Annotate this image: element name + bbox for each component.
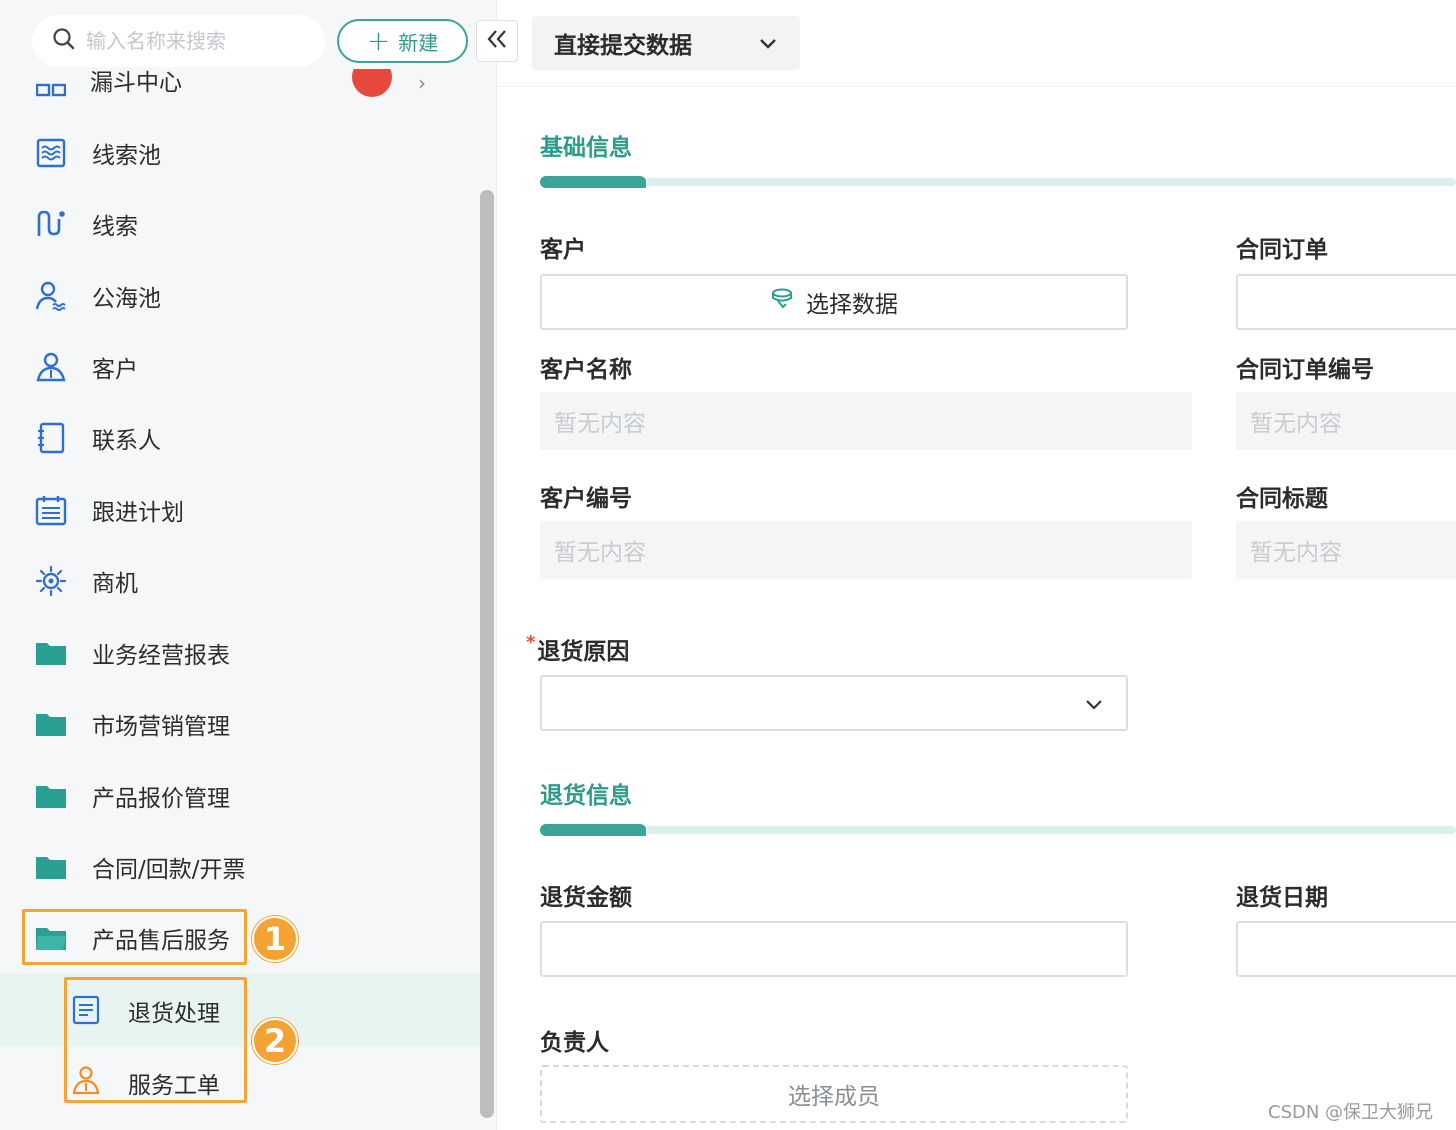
sidebar-item-marketing[interactable]: 市场营销管理 [0,694,480,754]
notification-badge [352,69,392,97]
sidebar-item-lead[interactable]: 线索 [0,194,480,254]
opportunity-icon [34,564,68,598]
header-divider [497,86,1456,87]
section-title-basic: 基础信息 [540,135,632,161]
chevron-down-icon [1084,694,1104,718]
select-data-label: 选择数据 [806,292,898,318]
return-amount-input[interactable] [540,921,1128,977]
return-amount-label: 退货金额 [540,885,632,911]
customer-no-label: 客户编号 [540,486,632,512]
search-box[interactable] [32,15,325,67]
contract-order-no-value: 暂无内容 [1236,392,1456,450]
chevron-down-icon [758,33,778,59]
sidebar-item-opportunity[interactable]: 商机 [0,551,480,611]
collapse-sidebar-button[interactable] [476,20,518,62]
sidebar-item-label: 联系人 [92,428,161,454]
sidebar-item-label: 业务经营报表 [92,643,230,669]
return-reason-label: *退货原因 [526,632,629,666]
return-reason-select[interactable] [540,675,1128,731]
contract-order-input[interactable] [1236,274,1456,330]
sidebar-item-label: 线索池 [92,143,161,169]
sidebar-item-public-pool[interactable]: 公海池 [0,266,480,326]
section-title-return: 退货信息 [540,783,632,809]
sidebar-item-label: 合同/回款/开票 [92,857,246,883]
search-input[interactable] [86,29,306,53]
customer-name-label: 客户名称 [540,357,632,383]
folder-icon [34,779,68,813]
sidebar-item-label: 线索 [92,214,138,240]
sidebar-item-quotation[interactable]: 产品报价管理 [0,766,480,826]
public-pool-icon [34,279,68,313]
highlight-box-1 [22,909,247,965]
funnel-icon [35,77,67,97]
sidebar-item-plan[interactable]: 跟进计划 [0,480,480,540]
contact-icon [34,421,68,455]
sidebar-item-lead-pool[interactable]: 线索池 [0,123,480,183]
section-accent [540,824,646,836]
contract-title-label: 合同标题 [1236,486,1328,512]
lead-pool-icon [34,136,68,170]
sidebar-item-partial-label: 漏斗中心 [90,70,182,96]
app-root: + 新建 漏斗中心 › 线索池 线索 [0,0,1456,1130]
select-member-label: 选择成员 [788,1084,880,1110]
section-divider-basic [540,176,1456,188]
owner-label: 负责人 [540,1030,609,1056]
sidebar-item-label: 跟进计划 [92,500,184,526]
customer-icon [34,350,68,384]
search-icon [52,27,76,55]
sidebar-item-label: 市场营销管理 [92,714,230,740]
submit-mode-label: 直接提交数据 [554,33,692,59]
contract-order-label: 合同订单 [1236,237,1328,263]
return-date-label: 退货日期 [1236,885,1328,911]
folder-icon [34,850,68,884]
lead-icon [34,207,68,241]
new-button[interactable]: + 新建 [337,19,468,63]
customer-no-value: 暂无内容 [540,521,1192,579]
plan-icon [34,493,68,527]
folder-icon [34,636,68,670]
sidebar-item-contract[interactable]: 合同/回款/开票 [0,837,480,897]
submit-mode-dropdown[interactable]: 直接提交数据 [532,16,800,70]
chevron-right-icon: › [418,71,426,95]
section-accent [540,176,646,188]
required-mark: * [526,632,536,653]
sidebar-item-label: 客户 [92,357,138,383]
return-date-input[interactable] [1236,921,1456,977]
sidebar-item-label: 商机 [92,571,138,597]
sidebar-scrollbar[interactable] [480,190,494,1118]
new-button-label: 新建 [398,30,439,55]
watermark: CSDN @保卫大狮兄 [1268,1102,1434,1123]
section-divider-return [540,824,1456,836]
sidebar-item-partial[interactable]: 漏斗中心 › [0,69,480,97]
folder-icon [34,707,68,741]
select-member-button[interactable]: 选择成员 [540,1065,1128,1123]
sidebar-item-contact[interactable]: 联系人 [0,408,480,468]
annotation-badge-2: 2 [252,1018,298,1064]
sidebar-item-label: 公海池 [92,286,161,312]
contract-title-value: 暂无内容 [1236,521,1456,579]
customer-name-value: 暂无内容 [540,392,1192,450]
highlight-box-2 [64,977,247,1103]
sidebar-item-customer[interactable]: 客户 [0,337,480,397]
sidebar-item-business-report[interactable]: 业务经营报表 [0,623,480,683]
sidebar: + 新建 漏斗中心 › 线索池 线索 [0,0,497,1130]
annotation-badge-1: 1 [252,916,298,962]
plus-icon: + [366,24,391,57]
select-data-icon [770,286,796,318]
select-customer-button[interactable]: 选择数据 [540,274,1128,330]
double-chevron-left-icon [486,29,508,53]
customer-label: 客户 [540,237,586,263]
return-reason-text: 退货原因 [537,639,630,665]
sidebar-item-label: 产品报价管理 [92,786,230,812]
contract-order-no-label: 合同订单编号 [1236,357,1374,383]
